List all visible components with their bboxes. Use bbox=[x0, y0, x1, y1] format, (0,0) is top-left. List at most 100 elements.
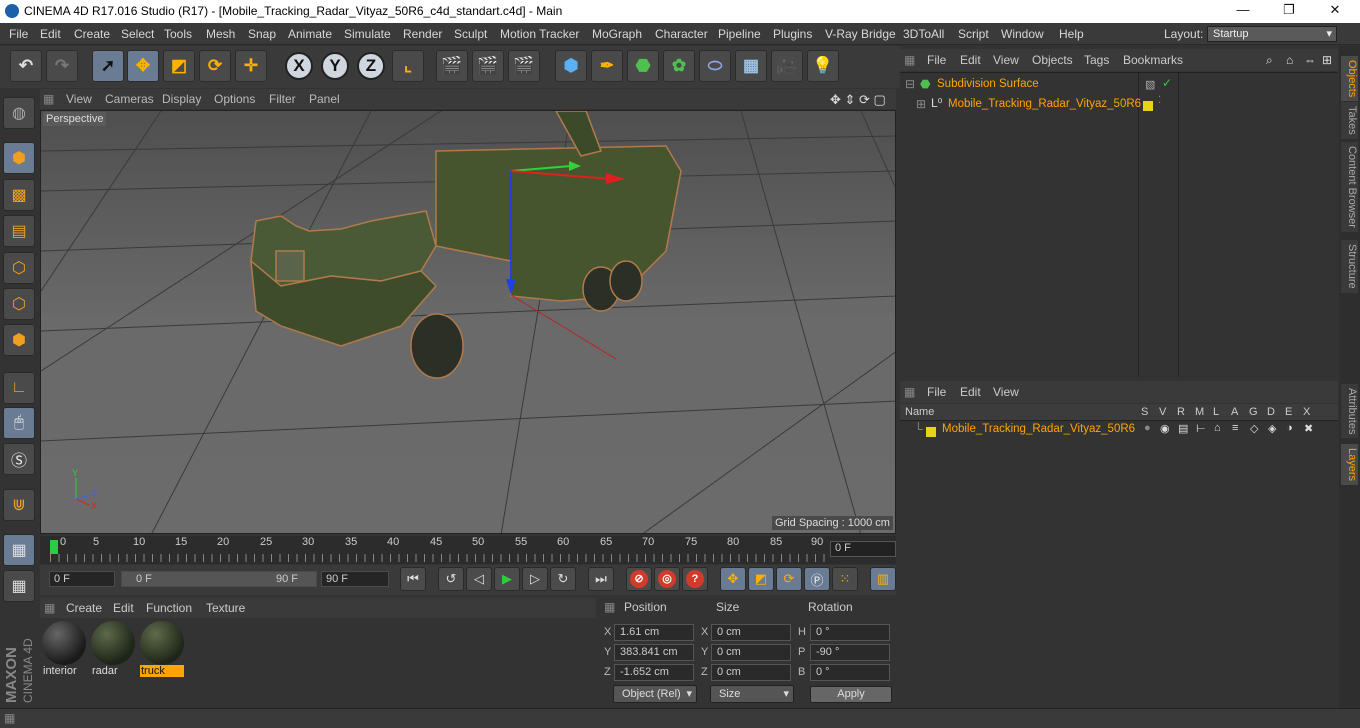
end-frame-field[interactable]: 90 F bbox=[321, 571, 389, 587]
lock-icon[interactable]: ⌂ bbox=[1214, 422, 1221, 434]
tree-toggle-icon[interactable]: ⊞ bbox=[916, 97, 926, 111]
timeline-ruler[interactable]: 0 5 10 15 20 25 30 35 40 45 50 55 60 65 … bbox=[40, 536, 896, 564]
render-view-button[interactable]: 🎬 bbox=[436, 50, 468, 82]
camera-button[interactable]: 🎥 bbox=[771, 50, 803, 82]
array-button[interactable]: ✿ bbox=[663, 50, 695, 82]
axis-mode-button[interactable]: ∟ bbox=[3, 372, 35, 404]
tab-objects[interactable]: Objects bbox=[1341, 56, 1358, 102]
playhead[interactable] bbox=[50, 540, 58, 554]
tab-takes[interactable]: Takes bbox=[1341, 102, 1358, 139]
timeline-window-button[interactable]: ▥ bbox=[870, 567, 896, 591]
object-radar-model[interactable]: Mobile_Tracking_Radar_Vityaz_50R6 bbox=[948, 98, 1141, 110]
size-z-field[interactable]: 0 cm bbox=[711, 664, 791, 681]
tab-structure[interactable]: Structure bbox=[1341, 240, 1358, 293]
size-x-field[interactable]: 0 cm bbox=[711, 624, 791, 641]
layer-col-s[interactable]: S bbox=[1141, 406, 1148, 418]
record-button[interactable]: ⊘ bbox=[626, 567, 652, 591]
keyframe-selection-button[interactable]: ? bbox=[682, 567, 708, 591]
objects-menu-file[interactable]: File bbox=[927, 53, 946, 67]
autokey-button[interactable]: ◎ bbox=[654, 567, 680, 591]
tab-attributes[interactable]: Attributes bbox=[1341, 384, 1358, 439]
go-to-end-button[interactable]: ⏭ bbox=[588, 567, 614, 591]
objects-menu-bookmarks[interactable]: Bookmarks bbox=[1123, 53, 1183, 67]
scale-tool-button[interactable]: ◩ bbox=[163, 50, 195, 82]
coordinate-system-button[interactable]: ⌞ bbox=[392, 50, 424, 82]
menu-render[interactable]: Render bbox=[403, 27, 442, 41]
expression-icon[interactable]: ◑ bbox=[1286, 422, 1293, 434]
menu-pipeline[interactable]: Pipeline bbox=[718, 27, 761, 41]
close-button[interactable]: ✕ bbox=[1312, 2, 1358, 18]
points-mode-button[interactable]: ⬡ bbox=[3, 252, 35, 284]
minimize-button[interactable]: — bbox=[1220, 2, 1266, 17]
z-axis-lock-button[interactable]: Z bbox=[357, 52, 385, 80]
floor-button[interactable]: ▦ bbox=[735, 50, 767, 82]
viewport-menu-display[interactable]: Display bbox=[162, 92, 201, 106]
layer-col-v[interactable]: V bbox=[1159, 406, 1166, 418]
pos-y-field[interactable]: 383.841 cm bbox=[614, 644, 694, 661]
light-button[interactable]: 💡 bbox=[807, 50, 839, 82]
menu-help[interactable]: Help bbox=[1059, 27, 1084, 41]
coordinate-mode-select[interactable]: Object (Rel) ▾ bbox=[613, 685, 697, 703]
viewport-menu-panel[interactable]: Panel bbox=[309, 92, 340, 106]
layer-col-e[interactable]: E bbox=[1285, 406, 1292, 418]
apply-button[interactable]: Apply bbox=[810, 686, 892, 703]
workplane-button[interactable]: ▤ bbox=[3, 215, 35, 247]
maximize-button[interactable]: ❐ bbox=[1266, 2, 1312, 18]
menu-tools[interactable]: Tools bbox=[164, 27, 192, 41]
menu-motion-tracker[interactable]: Motion Tracker bbox=[500, 27, 579, 41]
layer-color-tag[interactable] bbox=[1143, 98, 1153, 112]
animation-icon[interactable]: ≡ bbox=[1232, 422, 1238, 434]
next-frame-button[interactable]: ▷ bbox=[522, 567, 548, 591]
select-tool-button[interactable]: ➚ bbox=[92, 50, 124, 82]
viewport-menu-cameras[interactable]: Cameras bbox=[105, 92, 154, 106]
key-pla-button[interactable]: ⁙ bbox=[832, 567, 858, 591]
layer-col-m[interactable]: M bbox=[1195, 406, 1204, 418]
home-icon[interactable]: ⌂ bbox=[1286, 53, 1293, 67]
magnet-button[interactable]: ⋓ bbox=[3, 489, 35, 521]
frame-range-slider[interactable]: 0 F 90 F bbox=[121, 571, 317, 587]
viewport-menu-view[interactable]: View bbox=[66, 92, 92, 106]
layer-col-g[interactable]: G bbox=[1249, 406, 1258, 418]
layer-col-r[interactable]: R bbox=[1177, 406, 1185, 418]
objects-menu-edit[interactable]: Edit bbox=[960, 53, 981, 67]
objects-menu-view[interactable]: View bbox=[993, 53, 1019, 67]
visibility-toggle[interactable]: ▧ bbox=[1145, 78, 1155, 91]
next-key-button[interactable]: ↻ bbox=[550, 567, 576, 591]
manager-icon[interactable]: ⊢ bbox=[1196, 422, 1206, 435]
menu-script[interactable]: Script bbox=[958, 27, 989, 41]
prev-frame-button[interactable]: ◁ bbox=[466, 567, 492, 591]
transform-tool-button[interactable]: ✛ bbox=[235, 50, 267, 82]
pos-x-field[interactable]: 1.61 cm bbox=[614, 624, 694, 641]
menu-vray-bridge[interactable]: V-Ray Bridge bbox=[825, 27, 896, 41]
render-picture-viewer-button[interactable]: 🎬 bbox=[472, 50, 504, 82]
material-swatch[interactable]: radar bbox=[91, 621, 135, 679]
snap-button[interactable]: Ⓢ bbox=[3, 443, 35, 475]
layer-col-name[interactable]: Name bbox=[905, 406, 934, 418]
x-axis-lock-button[interactable]: X bbox=[285, 52, 313, 80]
layer-col-l[interactable]: L bbox=[1213, 406, 1219, 418]
size-y-field[interactable]: 0 cm bbox=[711, 644, 791, 661]
undo-button[interactable]: ↶ bbox=[10, 50, 42, 82]
layer-col-d[interactable]: D bbox=[1267, 406, 1275, 418]
material-menu-texture[interactable]: Texture bbox=[206, 601, 245, 615]
viewport-nav-icons[interactable]: ✥ ⇕ ⟳ ▢ bbox=[830, 92, 886, 108]
rot-b-field[interactable]: 0 ° bbox=[810, 664, 890, 681]
play-button[interactable]: ▶ bbox=[494, 567, 520, 591]
new-panel-icon[interactable]: ⊞ bbox=[1322, 53, 1332, 67]
menu-edit[interactable]: Edit bbox=[40, 27, 61, 41]
key-position-button[interactable]: ✥ bbox=[720, 567, 746, 591]
tweak-mode-button[interactable]: 🖱 bbox=[3, 407, 35, 439]
3d-viewport[interactable]: Y Z X bbox=[40, 110, 896, 534]
menu-animate[interactable]: Animate bbox=[288, 27, 332, 41]
object-subdivision-surface[interactable]: Subdivision Surface bbox=[937, 78, 1039, 90]
material-menu-function[interactable]: Function bbox=[146, 601, 192, 615]
make-editable-button[interactable]: ◍ bbox=[3, 97, 35, 129]
render-settings-button[interactable]: 🎬 bbox=[508, 50, 540, 82]
search-icon[interactable]: ⌕ bbox=[1266, 53, 1273, 68]
menu-snap[interactable]: Snap bbox=[248, 27, 276, 41]
y-axis-lock-button[interactable]: Y bbox=[321, 52, 349, 80]
menu-simulate[interactable]: Simulate bbox=[344, 27, 391, 41]
redo-button[interactable]: ↷ bbox=[46, 50, 78, 82]
menu-mesh[interactable]: Mesh bbox=[206, 27, 235, 41]
polygons-mode-button[interactable]: ⬢ bbox=[3, 324, 35, 356]
